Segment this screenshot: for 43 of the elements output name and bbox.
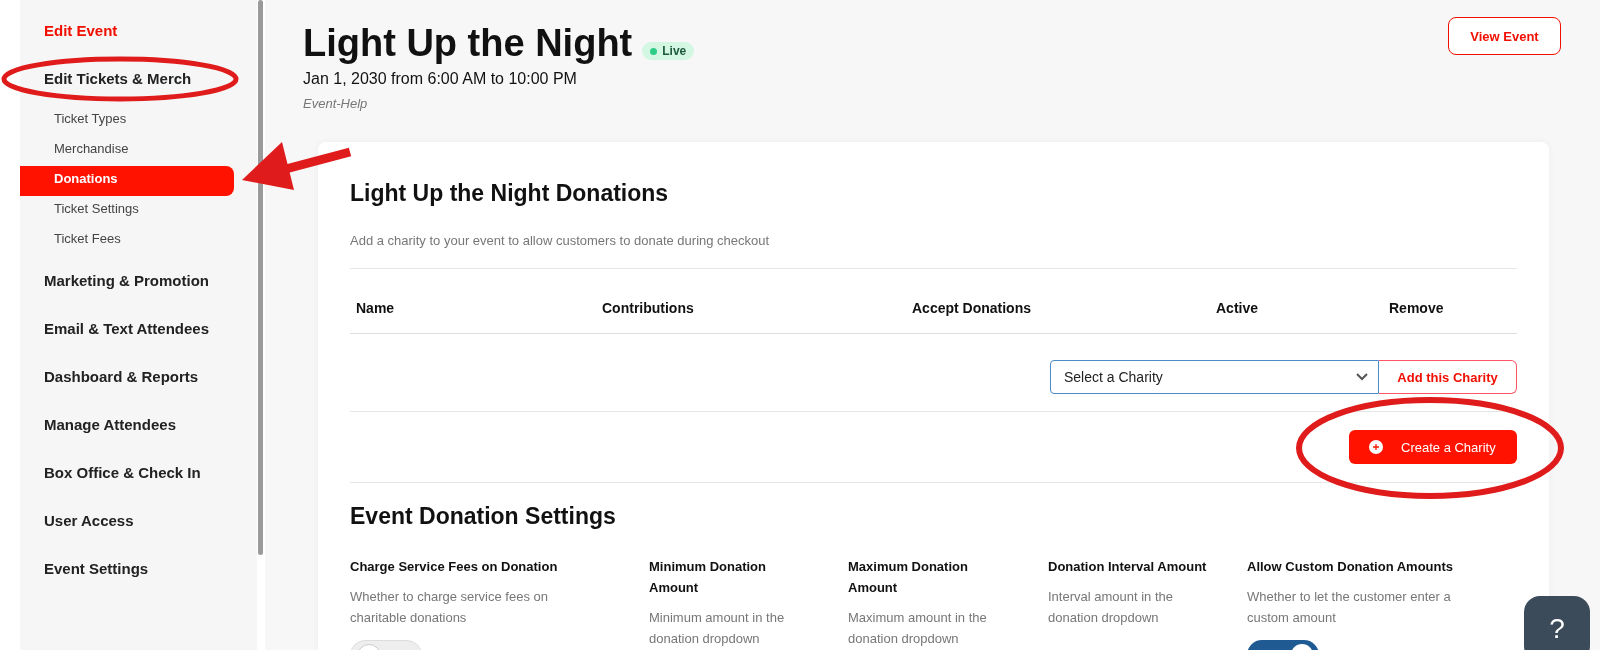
sidebar-item[interactable]: Edit Tickets & Merch xyxy=(20,68,257,100)
sidebar-item[interactable]: Email & Text Attendees xyxy=(20,318,257,366)
sidebar-item[interactable]: Dashboard & Reports xyxy=(20,366,257,414)
charity-select[interactable]: Select a Charity xyxy=(1050,360,1379,394)
sidebar-item[interactable]: Edit Event xyxy=(20,20,257,68)
sidebar-subitem[interactable]: Donations xyxy=(20,166,234,196)
setting-description: Whether to charge service fees on charitable donations xyxy=(350,588,549,627)
event-subtitle: Event-Help xyxy=(303,96,369,111)
column-header: Remove xyxy=(1389,300,1445,316)
sidebar-item[interactable]: Event Settings xyxy=(20,558,257,606)
create-charity-button[interactable]: Create a Charity xyxy=(1349,430,1517,464)
column-header: Accept Donations xyxy=(912,300,1032,316)
add-charity-button[interactable]: Add this Charity xyxy=(1379,360,1517,394)
view-event-button[interactable]: View Event xyxy=(1448,17,1561,55)
column-header: Active xyxy=(1216,300,1260,316)
setting-title: Minimum Donation Amount xyxy=(649,558,767,597)
sidebar-subitem[interactable]: Ticket Settings xyxy=(20,196,234,226)
sidebar-item[interactable]: User Access xyxy=(20,510,257,558)
status-badge: Live xyxy=(642,42,695,60)
setting-description: Minimum amount in the donation dropdown xyxy=(649,609,786,648)
setting-title: Charge Service Fees on Donation xyxy=(350,558,559,576)
setting-title: Allow Custom Donation Amounts xyxy=(1247,558,1455,576)
event-date: Jan 1, 2030 from 6:00 AM to 10:00 PM xyxy=(303,70,578,88)
chevron-down-icon xyxy=(1356,373,1368,381)
sidebar-subitem[interactable]: Ticket Fees xyxy=(20,226,234,256)
setting-title: Donation Interval Amount xyxy=(1048,558,1208,576)
help-button[interactable]: ? xyxy=(1524,596,1590,650)
column-header: Name xyxy=(356,300,396,316)
setting-title: Maximum Donation Amount xyxy=(848,558,969,597)
sidebar-subitem[interactable]: Merchandise xyxy=(20,136,234,166)
setting-description: Interval amount in the donation dropdown xyxy=(1048,588,1175,627)
setting-description: Maximum amount in the donation dropdown xyxy=(848,609,988,648)
sidebar-item[interactable]: Manage Attendees xyxy=(20,414,257,462)
setting-description: Whether to let the customer enter a custom amount xyxy=(1247,588,1452,627)
event-title: Light Up the Night xyxy=(303,21,633,66)
sidebar-item[interactable]: Marketing & Promotion xyxy=(20,270,257,318)
sidebar-item[interactable]: Box Office & Check In xyxy=(20,462,257,510)
section-heading: Light Up the Night Donations xyxy=(350,180,670,207)
plus-circle-icon xyxy=(1369,440,1383,454)
section-description: Add a charity to your event to allow customers to donate during checkout xyxy=(350,233,1517,269)
section-heading: Event Donation Settings xyxy=(350,503,617,530)
sidebar-subitem[interactable]: Ticket Types xyxy=(20,106,234,136)
column-header: Contributions xyxy=(602,300,695,316)
